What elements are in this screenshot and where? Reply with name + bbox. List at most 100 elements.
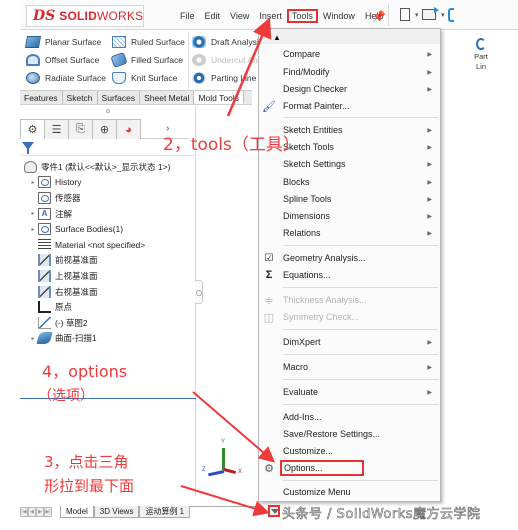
annotation-step-3-line2: 形拉到最下面 — [44, 477, 135, 495]
solidworks-logo[interactable]: DS SOLIDWORKS — [26, 5, 144, 27]
tree-item-history[interactable]: ▸ History — [20, 175, 196, 191]
tab-sheet-metal[interactable]: Sheet Metal — [140, 91, 195, 104]
tree-root[interactable]: 零件1 (默认<<默认>_显示状态 1>) — [20, 159, 196, 175]
surface-bodies-icon — [38, 223, 51, 236]
origin-icon — [38, 301, 51, 314]
menu-item-geometry-analysis[interactable]: ☑ Geometry Analysis... — [259, 249, 440, 267]
knit-surface-icon — [112, 72, 126, 84]
menu-item-symmetry-check[interactable]: ◫ Symmetry Check... — [259, 308, 440, 326]
save-icon[interactable] — [448, 8, 454, 22]
tree-item-sensors[interactable]: 传感器 — [20, 190, 196, 206]
menu-item-add-ins[interactable]: Add-Ins... — [259, 408, 440, 426]
tree-item-annotations[interactable]: ▸ A 注解 — [20, 206, 196, 222]
menu-window[interactable]: Window — [318, 9, 360, 23]
geometry-analysis-icon: ☑ — [264, 252, 274, 264]
menu-item-equations[interactable]: Σ Equations... — [259, 266, 440, 284]
menu-item-customize-menu[interactable]: Customize Menu — [259, 483, 440, 501]
menu-item-options[interactable]: ⚙ Options... — [259, 459, 440, 477]
tab-3d-views[interactable]: 3D Views — [93, 506, 140, 518]
menu-separator — [283, 354, 438, 355]
menu-item-compare[interactable]: Compare ▶ — [259, 45, 440, 63]
pin-icon[interactable]: 📌 — [372, 10, 386, 23]
tab-surfaces[interactable]: Surfaces — [97, 91, 141, 104]
filled-surface-button[interactable]: Filled Surface — [110, 51, 183, 69]
expand-icon[interactable]: ▸ — [28, 210, 38, 217]
tab-sketch[interactable]: Sketch — [62, 91, 98, 104]
menu-item-format-painter[interactable]: 🖌 Format Painter... — [259, 97, 440, 115]
panel-splitter[interactable] — [195, 280, 203, 304]
undercut-analysis-icon — [192, 54, 206, 66]
property-manager-icon[interactable]: ☰ — [44, 119, 69, 139]
radiate-surface-button[interactable]: Radiate Surface — [26, 72, 106, 84]
expand-menu-triangle-icon[interactable] — [268, 505, 280, 517]
menu-item-dimensions[interactable]: Dimensions ▶ — [259, 207, 440, 225]
command-manager-tabs: Features Sketch Surfaces Sheet Metal Mol… — [20, 90, 252, 105]
new-dropdown-icon[interactable]: ▾ — [415, 11, 419, 19]
menu-view[interactable]: View — [225, 9, 254, 23]
offset-surface-label: Offset Surface — [45, 55, 100, 65]
menu-item-dimxpert[interactable]: DimXpert ▶ — [259, 333, 440, 351]
logo-text-light: WORKS — [96, 9, 144, 23]
offset-surface-button[interactable]: Offset Surface — [26, 54, 99, 66]
planar-surface-button[interactable]: Planar Surface — [24, 36, 101, 48]
menu-item-blocks[interactable]: Blocks ▶ — [259, 173, 440, 191]
tree-item-label: 传感器 — [55, 192, 81, 203]
ruled-surface-icon — [112, 36, 126, 48]
filter-icon[interactable] — [22, 142, 34, 154]
new-document-icon[interactable] — [400, 8, 410, 21]
expand-icon[interactable]: ▸ — [28, 226, 38, 233]
last-tab-icon[interactable]: ▶| — [44, 507, 52, 517]
panel-resize-handle[interactable] — [106, 109, 110, 113]
prev-tab-icon[interactable]: ◀ — [28, 507, 36, 517]
menu-edit[interactable]: Edit — [200, 9, 226, 23]
menu-item-macro[interactable]: Macro ▶ — [259, 358, 440, 376]
tree-item-sweep-surface[interactable]: ▸ 曲面-扫描1 — [20, 331, 196, 347]
menu-file[interactable]: File — [175, 9, 200, 23]
next-tab-icon[interactable]: ▶ — [36, 507, 44, 517]
menu-insert[interactable]: Insert — [254, 9, 287, 23]
open-folder-icon[interactable] — [422, 7, 439, 20]
menu-item-spline-tools[interactable]: Spline Tools ▶ — [259, 190, 440, 208]
annotation-step-3: 3，点击三角 形拉到最下面 — [44, 450, 134, 498]
coordinate-triad: Y Z X — [200, 439, 250, 480]
sweep-surface-icon — [36, 332, 53, 345]
tree-item-material[interactable]: Material <not specified> — [20, 237, 196, 253]
tab-motion-study[interactable]: 运动算例 1 — [139, 506, 191, 518]
menu-item-customize[interactable]: Customize... — [259, 442, 440, 460]
tree-item-origin[interactable]: 原点 — [20, 299, 196, 315]
menu-item-save-restore-settings[interactable]: Save/Restore Settings... — [259, 425, 440, 443]
collapse-menu-icon[interactable]: ▲ — [273, 33, 281, 42]
first-tab-icon[interactable]: |◀ — [20, 507, 28, 517]
menu-item-thickness-analysis[interactable]: ≑ Thickness Analysis... — [259, 291, 440, 309]
tab-features[interactable]: Features — [20, 91, 63, 104]
expand-icon[interactable]: ▸ — [28, 179, 38, 186]
tab-mold-tools[interactable]: Mold Tools — [194, 91, 244, 104]
menu-tools[interactable]: Tools — [286, 9, 318, 23]
tree-item-top-plane[interactable]: 上视基准面 — [20, 268, 196, 284]
plane-icon — [38, 269, 51, 282]
configuration-manager-icon[interactable]: ⎘ — [68, 119, 93, 139]
menu-separator — [283, 117, 438, 118]
draft-analysis-button[interactable]: Draft Analysis — [192, 36, 263, 48]
menu-item-evaluate[interactable]: Evaluate ▶ — [259, 383, 440, 401]
submenu-arrow-icon: ▶ — [427, 69, 432, 76]
menu-item-relations[interactable]: Relations ▶ — [259, 224, 440, 242]
parting-line-label-2: Lin — [475, 62, 486, 71]
dimxpert-icon[interactable]: ⊕ — [92, 119, 117, 139]
tab-model[interactable]: Model — [60, 506, 94, 518]
tree-item-right-plane[interactable]: 右视基准面 — [20, 284, 196, 300]
ruled-surface-button[interactable]: Ruled Surface — [112, 36, 185, 48]
graphics-area[interactable] — [203, 106, 258, 496]
parting-line-button[interactable]: Part Lin — [446, 38, 516, 72]
open-dropdown-icon[interactable]: ▾ — [441, 11, 445, 19]
display-manager-icon[interactable]: ◕ — [116, 119, 141, 139]
knit-surface-button[interactable]: Knit Surface — [112, 72, 177, 84]
menu-item-find-modify[interactable]: Find/Modify ▶ — [259, 63, 440, 81]
sketch-icon — [38, 316, 51, 329]
tree-item-front-plane[interactable]: 前视基准面 — [20, 253, 196, 269]
menu-item-design-checker[interactable]: Design Checker ▶ — [259, 80, 440, 98]
feature-manager-icon[interactable]: ⚙ — [20, 119, 45, 139]
tree-item-surface-bodies[interactable]: ▸ Surface Bodies(1) — [20, 221, 196, 237]
menu-item-sketch-settings[interactable]: Sketch Settings ▶ — [259, 155, 440, 173]
tree-item-sketch2[interactable]: (-) 草图2 — [20, 315, 196, 331]
